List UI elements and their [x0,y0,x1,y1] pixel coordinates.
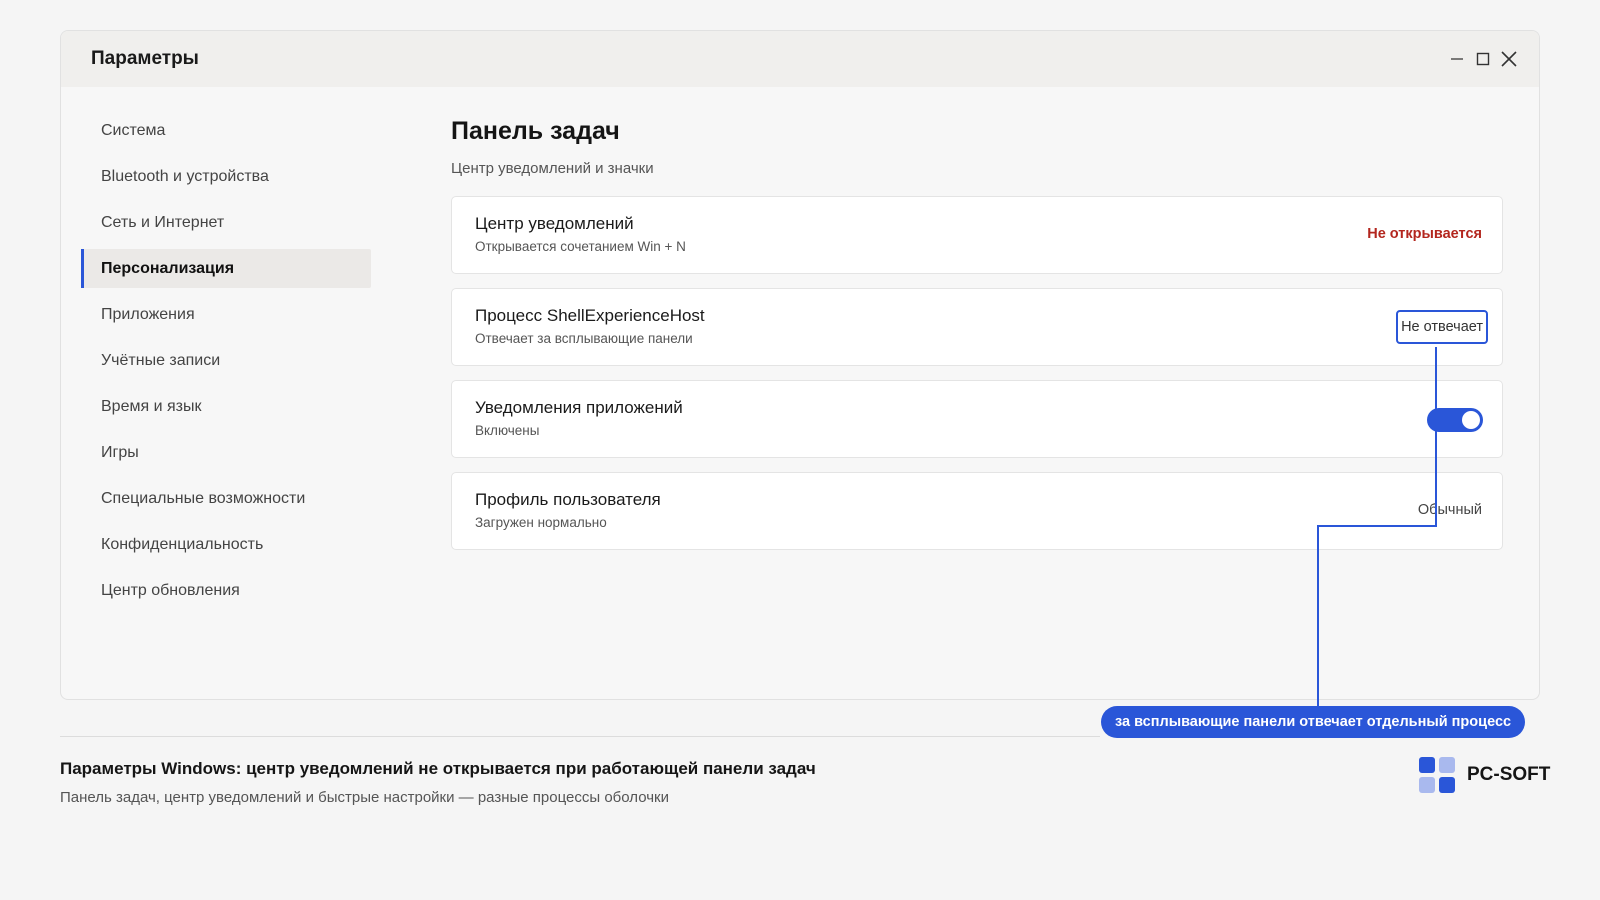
brand-square [1439,777,1455,793]
brand-logo: PC-SOFT [1419,757,1550,793]
status-text: Обычный [1417,502,1482,518]
sidebar-item-accessibility[interactable]: Специальные возможности [81,479,371,518]
sidebar-item-privacy[interactable]: Конфиденциальность [81,525,371,564]
card-notification-center[interactable]: Центр уведомлений Открывается сочетанием… [451,196,1503,274]
brand-square [1439,757,1455,773]
window-title: Параметры [91,48,199,69]
sidebar-item-system[interactable]: Система [81,111,371,150]
sidebar-item-label: Игры [101,443,139,461]
toggle-knob [1462,411,1480,429]
brand-square [1419,757,1435,773]
card-title: Процесс ShellExperienceHost [475,306,705,325]
sidebar-item-apps[interactable]: Приложения [81,295,371,334]
sidebar-item-update[interactable]: Центр обновления [81,571,371,610]
sidebar-item-label: Сеть и Интернет [101,213,225,231]
card-shell-host[interactable]: Процесс ShellExperienceHost Отвечает за … [451,288,1503,366]
card-title: Профиль пользователя [475,490,661,509]
footer-title: Параметры Windows: центр уведомлений не … [60,759,816,778]
page-subtitle: Центр уведомлений и значки [451,160,654,177]
card-app-notifications[interactable]: Уведомления приложений Включены [451,380,1503,458]
main-content: Панель задач Центр уведомлений и значки … [451,111,1503,564]
footer-divider [60,736,1100,737]
sidebar-item-bluetooth[interactable]: Bluetooth и устройства [81,157,371,196]
sidebar-item-label: Bluetooth и устройства [101,167,269,185]
sidebar-item-time-language[interactable]: Время и язык [81,387,371,426]
page-title: Панель задач [451,117,620,145]
window-controls [1447,49,1519,69]
settings-cards: Центр уведомлений Открывается сочетанием… [451,196,1503,550]
sidebar-item-label: Персонализация [101,259,235,277]
brand-grid-icon [1419,757,1455,793]
brand-name: PC-SOFT [1467,764,1551,785]
sidebar-nav: Система Bluetooth и устройства Сеть и Ин… [81,111,371,617]
minimize-icon[interactable] [1447,49,1467,69]
sidebar-item-label: Приложения [101,305,195,323]
brand-square [1419,777,1435,793]
close-icon[interactable] [1499,49,1519,69]
card-user-profile[interactable]: Профиль пользователя Загружен нормально … [451,472,1503,550]
title-bar: Параметры [61,31,1539,87]
card-title: Уведомления приложений [475,398,683,417]
status-badge-highlighted: Не отвечает [1396,310,1488,344]
card-title: Центр уведомлений [475,214,634,233]
sidebar-item-label: Конфиденциальность [101,535,264,553]
sidebar-item-label: Центр обновления [101,581,240,599]
sidebar-item-accounts[interactable]: Учётные записи [81,341,371,380]
sidebar-item-label: Учётные записи [101,351,221,369]
sidebar-item-network[interactable]: Сеть и Интернет [81,203,371,242]
sidebar-item-gaming[interactable]: Игры [81,433,371,472]
callout-annotation: за всплывающие панели отвечает отдельный… [1101,706,1526,738]
sidebar-item-label: Время и язык [101,397,202,415]
sidebar-item-label: Специальные возможности [101,489,306,507]
sidebar-item-label: Система [101,121,166,139]
card-description: Включены [475,423,540,438]
card-description: Загружен нормально [475,515,607,530]
sidebar-item-personalization[interactable]: Персонализация [81,249,371,288]
maximize-icon[interactable] [1473,49,1493,69]
card-description: Открывается сочетанием Win + N [475,239,686,254]
status-text-error: Не открывается [1367,226,1482,242]
settings-window: Параметры Система Bluetooth и устройства… [60,30,1540,700]
footer-subtitle: Панель задач, центр уведомлений и быстры… [60,789,669,806]
card-description: Отвечает за всплывающие панели [475,331,693,346]
notifications-toggle[interactable] [1427,408,1483,432]
